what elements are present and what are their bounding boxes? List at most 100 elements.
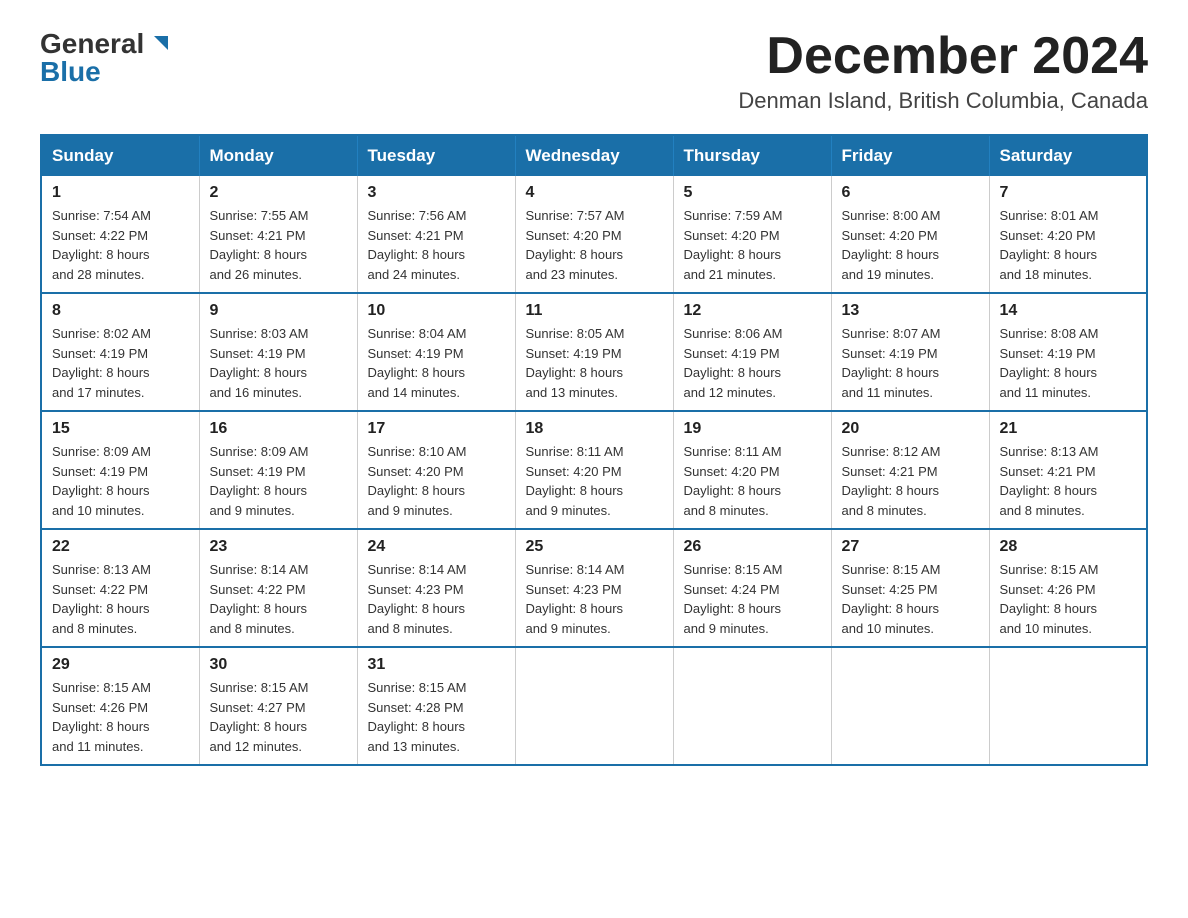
day-info: Sunrise: 8:15 AMSunset: 4:26 PMDaylight:… — [52, 678, 189, 756]
day-number: 31 — [368, 656, 505, 674]
day-info: Sunrise: 8:15 AMSunset: 4:24 PMDaylight:… — [684, 560, 821, 638]
day-number: 28 — [1000, 538, 1137, 556]
calendar-cell: 3 Sunrise: 7:56 AMSunset: 4:21 PMDayligh… — [357, 176, 515, 293]
day-number: 20 — [842, 420, 979, 438]
day-number: 2 — [210, 184, 347, 202]
calendar-cell: 30 Sunrise: 8:15 AMSunset: 4:27 PMDaylig… — [199, 647, 357, 765]
day-number: 3 — [368, 184, 505, 202]
day-info: Sunrise: 8:14 AMSunset: 4:22 PMDaylight:… — [210, 560, 347, 638]
calendar-cell: 25 Sunrise: 8:14 AMSunset: 4:23 PMDaylig… — [515, 529, 673, 647]
calendar-cell — [989, 647, 1147, 765]
calendar-cell: 31 Sunrise: 8:15 AMSunset: 4:28 PMDaylig… — [357, 647, 515, 765]
title-area: December 2024 Denman Island, British Col… — [738, 30, 1148, 114]
header-tuesday: Tuesday — [357, 135, 515, 176]
header: General Blue December 2024 Denman Island… — [40, 30, 1148, 114]
calendar-cell — [673, 647, 831, 765]
day-info: Sunrise: 8:11 AMSunset: 4:20 PMDaylight:… — [684, 442, 821, 520]
day-info: Sunrise: 8:06 AMSunset: 4:19 PMDaylight:… — [684, 324, 821, 402]
weekday-header-row: Sunday Monday Tuesday Wednesday Thursday… — [41, 135, 1147, 176]
day-info: Sunrise: 8:14 AMSunset: 4:23 PMDaylight:… — [368, 560, 505, 638]
day-number: 21 — [1000, 420, 1137, 438]
week-row-1: 1 Sunrise: 7:54 AMSunset: 4:22 PMDayligh… — [41, 176, 1147, 293]
day-number: 27 — [842, 538, 979, 556]
day-number: 10 — [368, 302, 505, 320]
calendar-cell: 28 Sunrise: 8:15 AMSunset: 4:26 PMDaylig… — [989, 529, 1147, 647]
day-number: 13 — [842, 302, 979, 320]
day-number: 23 — [210, 538, 347, 556]
calendar-cell: 2 Sunrise: 7:55 AMSunset: 4:21 PMDayligh… — [199, 176, 357, 293]
calendar-cell: 15 Sunrise: 8:09 AMSunset: 4:19 PMDaylig… — [41, 411, 199, 529]
day-number: 8 — [52, 302, 189, 320]
day-number: 14 — [1000, 302, 1137, 320]
week-row-2: 8 Sunrise: 8:02 AMSunset: 4:19 PMDayligh… — [41, 293, 1147, 411]
day-number: 6 — [842, 184, 979, 202]
day-number: 12 — [684, 302, 821, 320]
header-monday: Monday — [199, 135, 357, 176]
day-info: Sunrise: 8:10 AMSunset: 4:20 PMDaylight:… — [368, 442, 505, 520]
header-saturday: Saturday — [989, 135, 1147, 176]
day-info: Sunrise: 8:09 AMSunset: 4:19 PMDaylight:… — [52, 442, 189, 520]
day-info: Sunrise: 8:01 AMSunset: 4:20 PMDaylight:… — [1000, 206, 1137, 284]
calendar-cell: 22 Sunrise: 8:13 AMSunset: 4:22 PMDaylig… — [41, 529, 199, 647]
calendar-cell: 18 Sunrise: 8:11 AMSunset: 4:20 PMDaylig… — [515, 411, 673, 529]
calendar-cell: 11 Sunrise: 8:05 AMSunset: 4:19 PMDaylig… — [515, 293, 673, 411]
calendar-table: Sunday Monday Tuesday Wednesday Thursday… — [40, 134, 1148, 766]
calendar-cell: 29 Sunrise: 8:15 AMSunset: 4:26 PMDaylig… — [41, 647, 199, 765]
day-info: Sunrise: 7:54 AMSunset: 4:22 PMDaylight:… — [52, 206, 189, 284]
day-info: Sunrise: 8:15 AMSunset: 4:25 PMDaylight:… — [842, 560, 979, 638]
header-thursday: Thursday — [673, 135, 831, 176]
day-number: 25 — [526, 538, 663, 556]
day-info: Sunrise: 8:07 AMSunset: 4:19 PMDaylight:… — [842, 324, 979, 402]
day-info: Sunrise: 8:15 AMSunset: 4:28 PMDaylight:… — [368, 678, 505, 756]
day-info: Sunrise: 8:05 AMSunset: 4:19 PMDaylight:… — [526, 324, 663, 402]
calendar-cell — [831, 647, 989, 765]
day-number: 1 — [52, 184, 189, 202]
day-number: 18 — [526, 420, 663, 438]
day-info: Sunrise: 8:12 AMSunset: 4:21 PMDaylight:… — [842, 442, 979, 520]
calendar-cell: 8 Sunrise: 8:02 AMSunset: 4:19 PMDayligh… — [41, 293, 199, 411]
calendar-cell: 20 Sunrise: 8:12 AMSunset: 4:21 PMDaylig… — [831, 411, 989, 529]
day-info: Sunrise: 8:15 AMSunset: 4:26 PMDaylight:… — [1000, 560, 1137, 638]
day-info: Sunrise: 8:03 AMSunset: 4:19 PMDaylight:… — [210, 324, 347, 402]
day-number: 22 — [52, 538, 189, 556]
day-number: 29 — [52, 656, 189, 674]
day-info: Sunrise: 7:55 AMSunset: 4:21 PMDaylight:… — [210, 206, 347, 284]
header-friday: Friday — [831, 135, 989, 176]
calendar-cell: 21 Sunrise: 8:13 AMSunset: 4:21 PMDaylig… — [989, 411, 1147, 529]
day-info: Sunrise: 8:02 AMSunset: 4:19 PMDaylight:… — [52, 324, 189, 402]
day-number: 15 — [52, 420, 189, 438]
day-number: 5 — [684, 184, 821, 202]
day-info: Sunrise: 7:59 AMSunset: 4:20 PMDaylight:… — [684, 206, 821, 284]
calendar-cell: 24 Sunrise: 8:14 AMSunset: 4:23 PMDaylig… — [357, 529, 515, 647]
day-info: Sunrise: 8:04 AMSunset: 4:19 PMDaylight:… — [368, 324, 505, 402]
calendar-cell: 14 Sunrise: 8:08 AMSunset: 4:19 PMDaylig… — [989, 293, 1147, 411]
calendar-cell: 7 Sunrise: 8:01 AMSunset: 4:20 PMDayligh… — [989, 176, 1147, 293]
calendar-cell: 17 Sunrise: 8:10 AMSunset: 4:20 PMDaylig… — [357, 411, 515, 529]
calendar-cell — [515, 647, 673, 765]
calendar-cell: 4 Sunrise: 7:57 AMSunset: 4:20 PMDayligh… — [515, 176, 673, 293]
day-number: 7 — [1000, 184, 1137, 202]
calendar-cell: 27 Sunrise: 8:15 AMSunset: 4:25 PMDaylig… — [831, 529, 989, 647]
day-info: Sunrise: 7:56 AMSunset: 4:21 PMDaylight:… — [368, 206, 505, 284]
day-number: 9 — [210, 302, 347, 320]
month-title: December 2024 — [738, 30, 1148, 82]
calendar-cell: 10 Sunrise: 8:04 AMSunset: 4:19 PMDaylig… — [357, 293, 515, 411]
day-info: Sunrise: 8:14 AMSunset: 4:23 PMDaylight:… — [526, 560, 663, 638]
logo-triangle-icon — [146, 34, 168, 56]
logo: General Blue — [40, 30, 168, 86]
logo-blue-label: Blue — [40, 58, 101, 86]
day-info: Sunrise: 8:13 AMSunset: 4:22 PMDaylight:… — [52, 560, 189, 638]
calendar-cell: 26 Sunrise: 8:15 AMSunset: 4:24 PMDaylig… — [673, 529, 831, 647]
calendar-cell: 1 Sunrise: 7:54 AMSunset: 4:22 PMDayligh… — [41, 176, 199, 293]
calendar-cell: 23 Sunrise: 8:14 AMSunset: 4:22 PMDaylig… — [199, 529, 357, 647]
week-row-4: 22 Sunrise: 8:13 AMSunset: 4:22 PMDaylig… — [41, 529, 1147, 647]
day-info: Sunrise: 8:09 AMSunset: 4:19 PMDaylight:… — [210, 442, 347, 520]
day-info: Sunrise: 8:00 AMSunset: 4:20 PMDaylight:… — [842, 206, 979, 284]
day-number: 11 — [526, 302, 663, 320]
calendar-cell: 9 Sunrise: 8:03 AMSunset: 4:19 PMDayligh… — [199, 293, 357, 411]
day-info: Sunrise: 8:15 AMSunset: 4:27 PMDaylight:… — [210, 678, 347, 756]
header-sunday: Sunday — [41, 135, 199, 176]
day-info: Sunrise: 7:57 AMSunset: 4:20 PMDaylight:… — [526, 206, 663, 284]
location-title: Denman Island, British Columbia, Canada — [738, 88, 1148, 114]
day-number: 4 — [526, 184, 663, 202]
